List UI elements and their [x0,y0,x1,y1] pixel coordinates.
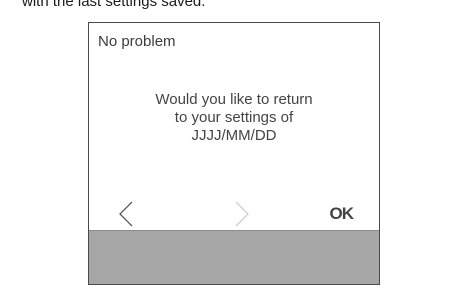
screen-title: No problem [98,33,176,50]
chevron-right-icon [235,201,249,227]
previous-button[interactable] [115,200,139,228]
next-button[interactable] [229,200,253,228]
message-line-2: to your settings of [174,109,294,126]
message-line-1: Would you like to return [155,91,313,108]
navigation-row: OK [89,198,379,230]
chevron-left-icon [119,201,133,227]
message-line-3: JJJJ/MM/DD [191,127,277,144]
device-screen: No problem Would you like to return to y… [88,22,380,285]
caption-text: with the last settings saved. [22,0,206,10]
ok-button[interactable]: OK [330,204,354,224]
bottom-bar [89,230,379,284]
restore-settings-message: Would you like to return to your setting… [89,91,379,145]
